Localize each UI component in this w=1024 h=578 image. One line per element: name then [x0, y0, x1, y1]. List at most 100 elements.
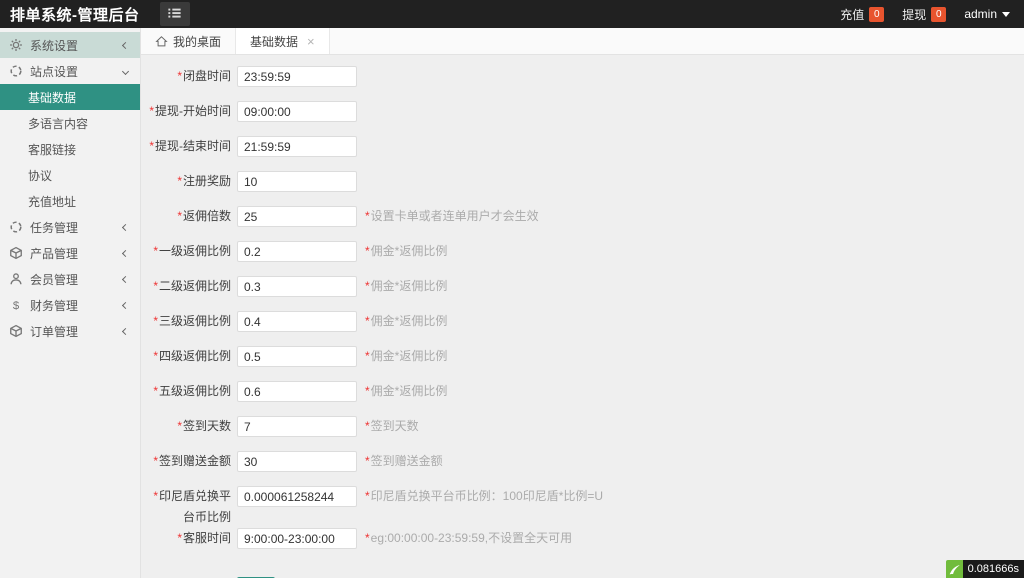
signin-days-hint: *签到天数 — [365, 416, 419, 437]
topbar: 排单系统-管理后台 充值 0 提现 0 admin — [0, 0, 1024, 28]
service-time-input[interactable] — [237, 528, 357, 549]
username-label: admin — [964, 7, 997, 21]
recharge-label: 充值 — [840, 6, 864, 23]
chevron-icon — [122, 327, 129, 334]
required-mark: * — [365, 314, 370, 328]
trace-time[interactable]: 0.081666s — [963, 560, 1024, 578]
withdraw-count-badge: 0 — [931, 7, 946, 22]
required-mark: * — [365, 419, 370, 433]
withdraw-menu-item[interactable]: 提现 0 — [902, 6, 946, 23]
chevron-icon — [122, 223, 129, 230]
sidebar-subitem-label: 客服链接 — [28, 141, 76, 158]
sidebar-subitem-agreement[interactable]: 协议 — [0, 162, 140, 188]
list-icon — [167, 6, 182, 23]
sidebar-subitem-service-link[interactable]: 客服链接 — [0, 136, 140, 162]
signin-amount-input[interactable] — [237, 451, 357, 472]
sidebar-item-label: 产品管理 — [30, 245, 123, 262]
form-row-closing-time: *闭盘时间 — [145, 66, 1024, 87]
required-mark: * — [153, 279, 158, 293]
level2-rebate-input[interactable] — [237, 276, 357, 297]
tab-close-icon[interactable]: × — [307, 35, 315, 48]
trace-logo-icon[interactable] — [946, 560, 963, 578]
closing-time-input[interactable] — [237, 66, 357, 87]
required-mark: * — [149, 104, 154, 118]
form-row-idr-exchange-rate: *印尼盾兑换平台币比例 *印尼盾兑换平台币比例：100印尼盾*比例=U — [145, 486, 1024, 528]
sidebar-item-label: 订单管理 — [30, 323, 123, 340]
level3-rebate-input[interactable] — [237, 311, 357, 332]
chevron-icon — [122, 249, 129, 256]
required-mark: * — [153, 314, 158, 328]
rebate-multiple-hint: *设置卡单或者连单用户才会生效 — [365, 206, 539, 227]
form-row-level3-rebate: *三级返佣比例 *佣金*返佣比例 — [145, 311, 1024, 332]
sidebar-item-site-settings[interactable]: 站点设置 — [0, 58, 140, 84]
app-title: 排单系统-管理后台 — [0, 4, 150, 25]
sidebar-toggle-button[interactable] — [160, 2, 190, 26]
sidebar-subitem-label: 充值地址 — [28, 193, 76, 210]
required-mark: * — [177, 174, 182, 188]
trace-badge: 0.081666s — [946, 560, 1024, 578]
register-reward-input[interactable] — [237, 171, 357, 192]
circle-icon — [8, 219, 24, 235]
sidebar-item-order-mgmt[interactable]: 订单管理 — [0, 318, 140, 344]
basic-data-form: *闭盘时间 *提现-开始时间 *提现-结束时间 *注册奖励 *返佣倍数 *设置卡… — [141, 55, 1024, 578]
chevron-icon — [122, 301, 129, 308]
recharge-menu-item[interactable]: 充值 0 — [840, 6, 884, 23]
sidebar-subitem-recharge-address[interactable]: 充值地址 — [0, 188, 140, 214]
form-row-signin-amount: *签到赠送金额 *签到赠送金额 — [145, 451, 1024, 472]
required-mark: * — [177, 209, 182, 223]
required-mark: * — [153, 349, 158, 363]
circle-icon — [8, 63, 24, 79]
cube-icon — [8, 245, 24, 261]
chevron-icon — [122, 67, 129, 74]
rebate-multiple-label: *返佣倍数 — [145, 206, 231, 227]
level2-rebate-hint: *佣金*返佣比例 — [365, 276, 447, 297]
tab-label: 我的桌面 — [173, 33, 221, 50]
form-rows: *闭盘时间 *提现-开始时间 *提现-结束时间 *注册奖励 *返佣倍数 *设置卡… — [145, 66, 1024, 549]
caret-down-icon — [1002, 12, 1010, 17]
service-time-hint: *eg:00:00:00-23:59:59,不设置全天可用 — [365, 528, 572, 549]
sidebar-item-system-settings[interactable]: 系统设置 — [0, 32, 140, 58]
level5-rebate-input[interactable] — [237, 381, 357, 402]
user-dropdown[interactable]: admin — [964, 7, 1010, 21]
sidebar-subitem-basic-data[interactable]: 基础数据 — [0, 84, 140, 110]
required-mark: * — [365, 279, 370, 293]
tab-my-desktop[interactable]: 我的桌面 — [141, 28, 236, 54]
closing-time-label: *闭盘时间 — [145, 66, 231, 87]
required-mark: * — [365, 454, 370, 468]
sidebar-item-finance-mgmt[interactable]: $ 财务管理 — [0, 292, 140, 318]
required-mark: * — [177, 419, 182, 433]
level5-rebate-label: *五级返佣比例 — [145, 381, 231, 402]
withdraw-start-time-input[interactable] — [237, 101, 357, 122]
level4-rebate-input[interactable] — [237, 346, 357, 367]
dollar-icon: $ — [8, 297, 24, 313]
sidebar-subitem-multilang-content[interactable]: 多语言内容 — [0, 110, 140, 136]
sidebar: 系统设置 站点设置 基础数据 多语言内容 客服链接 协议 充值地址 任务管理 产… — [0, 28, 141, 578]
chevron-icon — [122, 41, 129, 48]
required-mark: * — [365, 349, 370, 363]
service-time-label: *客服时间 — [145, 528, 231, 549]
idr-exchange-rate-input[interactable] — [237, 486, 357, 507]
level1-rebate-input[interactable] — [237, 241, 357, 262]
level5-rebate-hint: *佣金*返佣比例 — [365, 381, 447, 402]
signin-days-input[interactable] — [237, 416, 357, 437]
sidebar-item-product-mgmt[interactable]: 产品管理 — [0, 240, 140, 266]
form-row-level1-rebate: *一级返佣比例 *佣金*返佣比例 — [145, 241, 1024, 262]
sidebar-item-member-mgmt[interactable]: 会员管理 — [0, 266, 140, 292]
withdraw-label: 提现 — [902, 6, 926, 23]
tab-basic-data[interactable]: 基础数据 × — [236, 28, 330, 54]
sidebar-menu: 系统设置 站点设置 基础数据 多语言内容 客服链接 协议 充值地址 任务管理 产… — [0, 32, 140, 344]
withdraw-end-time-label: *提现-结束时间 — [145, 136, 231, 157]
form-row-withdraw-end-time: *提现-结束时间 — [145, 136, 1024, 157]
form-row-level5-rebate: *五级返佣比例 *佣金*返佣比例 — [145, 381, 1024, 402]
svg-text:$: $ — [13, 300, 20, 312]
user-icon — [8, 271, 24, 287]
rebate-multiple-input[interactable] — [237, 206, 357, 227]
signin-days-label: *签到天数 — [145, 416, 231, 437]
required-mark: * — [365, 244, 370, 258]
withdraw-end-time-input[interactable] — [237, 136, 357, 157]
level1-rebate-label: *一级返佣比例 — [145, 241, 231, 262]
form-row-service-time: *客服时间 *eg:00:00:00-23:59:59,不设置全天可用 — [145, 528, 1024, 549]
gear-icon — [8, 37, 24, 53]
sidebar-item-task-mgmt[interactable]: 任务管理 — [0, 214, 140, 240]
required-mark: * — [153, 384, 158, 398]
